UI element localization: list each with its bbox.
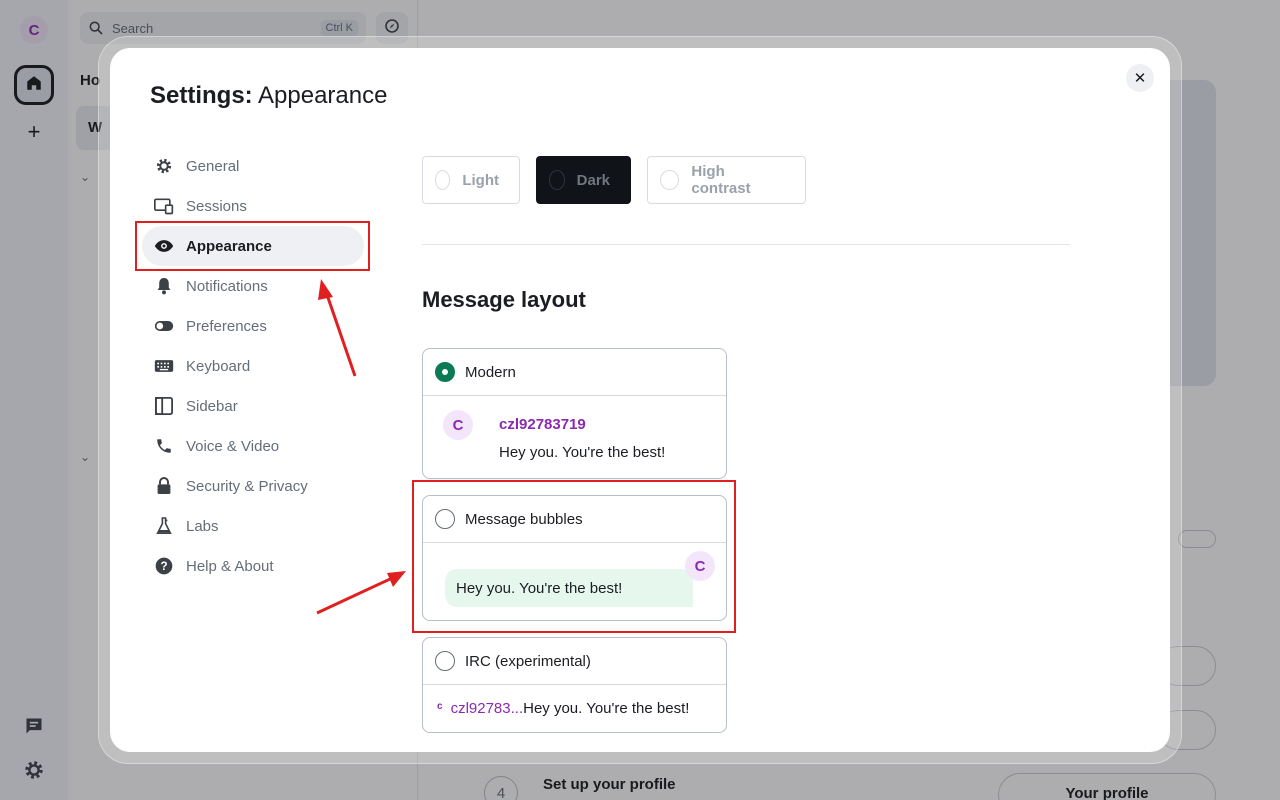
preview-message: Hey you. You're the best! [499, 444, 666, 461]
preview-message: Hey you. You're the best! [523, 699, 690, 717]
tab-voice-video[interactable]: Voice & Video [142, 426, 364, 466]
gear-icon [154, 156, 174, 176]
modern-preview: C czl92783719 Hey you. You're the best! [423, 396, 726, 478]
avatar: C [443, 410, 473, 440]
settings-dialog: Settings: Appearance ✕ General Sessions … [110, 48, 1170, 752]
flask-icon [154, 516, 174, 536]
tab-preferences[interactable]: Preferences [142, 306, 364, 346]
layout-option-label: Modern [465, 363, 516, 381]
layout-option-modern[interactable]: Modern C czl92783719 Hey you. You're the… [422, 348, 727, 479]
layout-option-label: IRC (experimental) [465, 652, 591, 670]
dialog-title-prefix: Settings: [150, 82, 253, 109]
phone-icon [154, 436, 174, 456]
appearance-panel: Light Dark High contrast Message layout [422, 156, 1072, 313]
layout-option-header[interactable]: Modern [423, 349, 726, 396]
tab-help-about[interactable]: ? Help & About [142, 546, 364, 586]
tab-security-privacy[interactable]: Security & Privacy [142, 466, 364, 506]
theme-selector: Light Dark High contrast [422, 156, 1072, 204]
tab-label: Sessions [186, 197, 247, 215]
radio-button[interactable] [435, 651, 455, 671]
layout-option-header[interactable]: IRC (experimental) [423, 638, 726, 685]
radio-button[interactable] [435, 170, 451, 190]
message-layout-heading: Message layout [422, 287, 586, 312]
tab-label: Notifications [186, 277, 268, 295]
close-button[interactable]: ✕ [1126, 64, 1154, 92]
tab-labs[interactable]: Labs [142, 506, 364, 546]
toggle-icon [154, 316, 174, 336]
theme-label: High contrast [691, 163, 751, 197]
tab-sidebar[interactable]: Sidebar [142, 386, 364, 426]
tab-label: Preferences [186, 317, 267, 335]
preview-username: czl92783719 [499, 416, 586, 433]
bell-icon [154, 276, 174, 296]
dialog-title: Settings: Appearance [150, 82, 387, 110]
dialog-title-page: Appearance [258, 82, 388, 109]
theme-option-light[interactable]: Light [422, 156, 520, 204]
annotation-box-appearance [135, 221, 370, 271]
close-icon: ✕ [1133, 70, 1147, 87]
tab-label: Voice & Video [186, 437, 280, 455]
radio-button-selected[interactable] [435, 362, 455, 382]
help-icon: ? [154, 556, 174, 576]
keyboard-icon [154, 356, 174, 376]
theme-option-high-contrast[interactable]: High contrast [647, 156, 806, 204]
devices-icon [154, 196, 174, 216]
tab-label: Sidebar [186, 397, 238, 415]
theme-label: Light [462, 171, 499, 189]
lock-icon [154, 476, 174, 496]
radio-button[interactable] [660, 170, 680, 190]
theme-option-dark[interactable]: Dark [536, 156, 631, 204]
divider [422, 244, 1070, 245]
sidebar-icon [154, 396, 174, 416]
tab-notifications[interactable]: Notifications [142, 266, 364, 306]
tab-label: Help & About [186, 557, 274, 575]
layout-option-irc[interactable]: IRC (experimental) c czl92783... Hey you… [422, 637, 727, 733]
radio-button[interactable] [549, 170, 565, 190]
svg-text:?: ? [160, 560, 167, 573]
irc-preview: c czl92783... Hey you. You're the best! [423, 685, 726, 731]
tab-general[interactable]: General [142, 146, 364, 186]
preview-username: czl92783... [450, 699, 524, 717]
avatar: c [437, 700, 443, 712]
tab-sessions[interactable]: Sessions [142, 186, 364, 226]
tab-label: Labs [186, 517, 219, 535]
annotation-box-message-bubbles [412, 480, 736, 633]
tab-label: Keyboard [186, 357, 251, 375]
tab-label: Security & Privacy [186, 477, 308, 495]
settings-tabs: General Sessions Appearance Notification… [142, 146, 364, 586]
tab-keyboard[interactable]: Keyboard [142, 346, 364, 386]
tab-label: General [186, 157, 240, 175]
theme-label: Dark [576, 171, 610, 189]
